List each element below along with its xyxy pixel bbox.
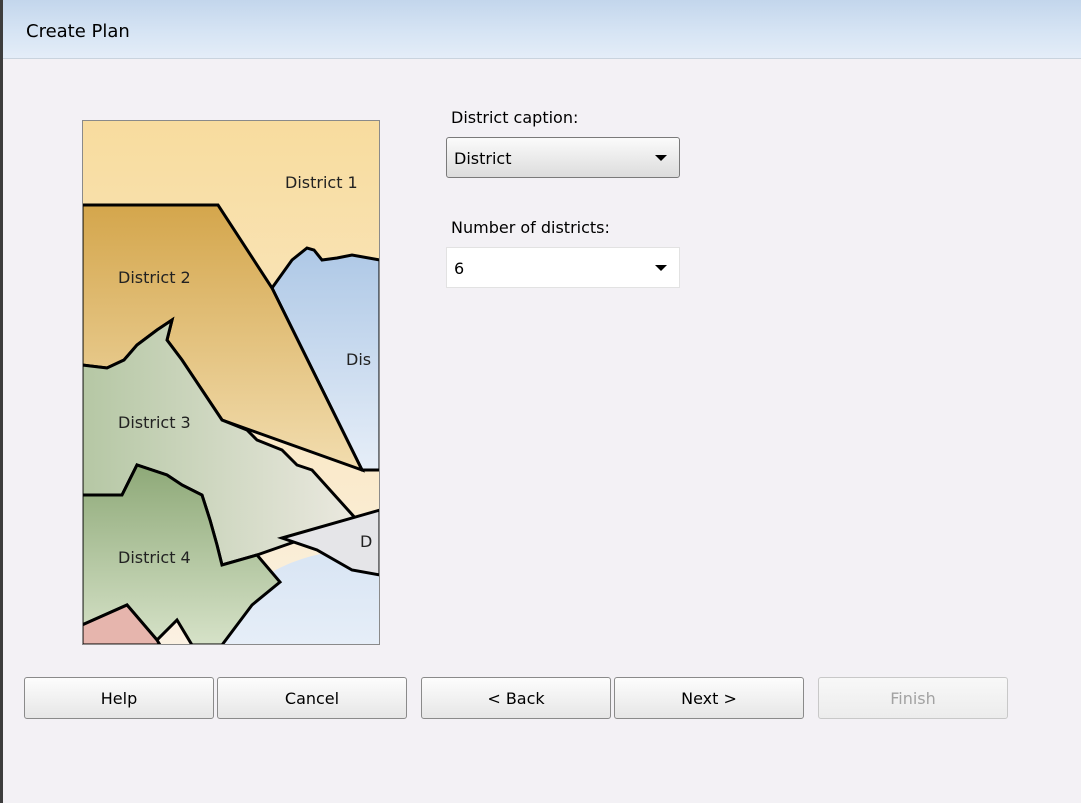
- district-map-graphic: District 1 District 2 Dis District 3 D D…: [82, 120, 380, 645]
- finish-button[interactable]: Finish: [818, 677, 1008, 719]
- number-of-districts-label: Number of districts:: [451, 218, 610, 237]
- map-label-district-4: District 4: [118, 548, 191, 567]
- map-label-district-2: District 2: [118, 268, 191, 287]
- chevron-down-icon: [655, 265, 667, 271]
- number-of-districts-value: 6: [454, 259, 465, 278]
- number-of-districts-dropdown[interactable]: 6: [446, 247, 680, 288]
- district-map-preview: District 1 District 2 Dis District 3 D D…: [82, 120, 380, 645]
- next-button[interactable]: Next >: [614, 677, 804, 719]
- window-title: Create Plan: [26, 21, 130, 42]
- cancel-button[interactable]: Cancel: [217, 677, 407, 719]
- map-label-district-3: District 3: [118, 413, 191, 432]
- back-button[interactable]: < Back: [421, 677, 611, 719]
- map-label-district-6: D: [360, 532, 372, 551]
- help-button[interactable]: Help: [24, 677, 214, 719]
- district-caption-value: District: [454, 149, 512, 168]
- chevron-down-icon: [655, 155, 667, 161]
- district-caption-label: District caption:: [451, 108, 579, 127]
- title-bar: Create Plan: [3, 0, 1081, 59]
- district-caption-dropdown[interactable]: District: [446, 137, 680, 178]
- window-border: [0, 0, 3, 803]
- map-label-district-5: Dis: [346, 350, 371, 369]
- map-label-district-1: District 1: [285, 173, 358, 192]
